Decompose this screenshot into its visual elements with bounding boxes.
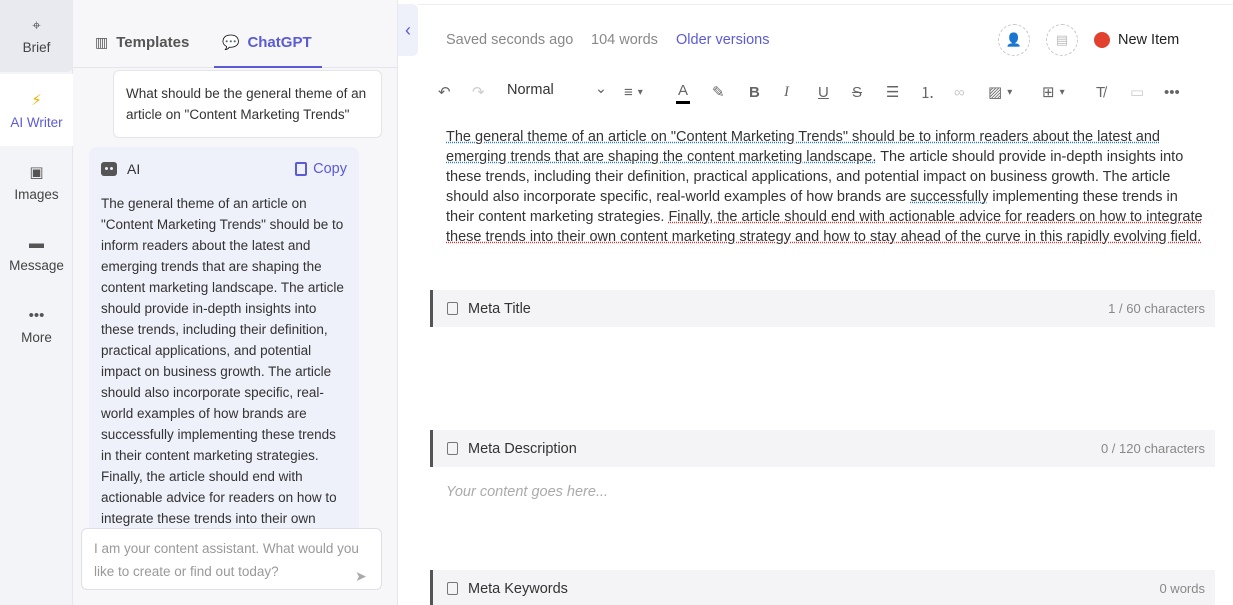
clear-format-icon[interactable]: T̸ [1096,82,1105,102]
meta-description-label: Meta Description [468,440,577,457]
text-style-select[interactable]: Normal ⌄ [507,81,607,98]
meta-description-section[interactable]: Meta Description 0 / 120 characters [430,430,1215,467]
tab-label: Templates [116,34,190,51]
templates-icon: ▥ [95,34,109,50]
robot-icon [101,162,117,176]
chevron-left-icon: ‹ [405,19,411,40]
format-toolbar: ↶ ↷ Normal ⌄ ≡ ▾ A ✎ B I U S ☰ ⒈ ∞ ▨ ▾ ⊞ ▾ … [430,76,1220,108]
link-icon[interactable]: ∞ [954,82,965,102]
redo-icon[interactable]: ↷ [472,82,485,102]
table-icon[interactable]: ⊞ ▾ [1042,82,1065,102]
bullet-list-icon[interactable]: ☰ [886,82,899,102]
collapse-panel-button[interactable]: ‹ [398,4,418,56]
text-color-icon[interactable]: A [676,80,691,104]
document-icon [447,442,458,455]
status-label: New Item [1118,32,1180,48]
lightning-icon: ⚡ [31,91,42,109]
word-count: 104 words [591,32,658,48]
calendar-button[interactable]: ▤ [1046,24,1078,56]
undo-icon[interactable]: ↶ [438,82,451,102]
meta-description-input[interactable]: Your content goes here... [446,484,608,500]
chat-icon: 💬 [222,34,240,50]
meta-keywords-section[interactable]: Meta Keywords 0 words [430,570,1215,605]
more-icon: ••• [28,307,45,324]
document-icon [447,302,458,315]
rail-item-label: Images [14,186,59,202]
document-icon [447,582,458,595]
send-icon[interactable]: ➤ [355,565,371,584]
rail-item-ai-writer[interactable]: ⚡ AI Writer [0,74,73,146]
save-status: Saved seconds ago [446,32,574,48]
editor-text-segment: successfully [910,189,989,205]
calendar-icon: ▤ [1055,32,1069,47]
meta-title-count: 1 / 60 characters [1108,301,1205,316]
user-message: What should be the general theme of an a… [113,70,382,138]
meta-description-count: 0 / 120 characters [1100,441,1205,456]
strikethrough-icon[interactable]: S [852,82,862,102]
image-icon: ▣ [29,163,44,181]
tab-label: ChatGPT [247,34,312,51]
copy-icon [295,162,308,176]
italic-icon[interactable]: I [784,82,789,102]
ai-name-label: AI [127,161,141,177]
rail-item-label: More [21,330,52,345]
rail-item-label: Message [9,258,64,273]
comment-icon[interactable]: ▭ [1130,82,1144,102]
rail-item-brief[interactable]: ⌖ Brief [0,0,73,72]
target-icon: ⌖ [32,17,41,34]
rail-item-more[interactable]: ••• More [0,290,73,362]
add-user-icon: 👤 [1005,32,1023,47]
ai-author: AI [101,161,140,177]
assistant-panel: ▥ Templates 💬 ChatGPT What should be the… [73,0,398,605]
status-badge[interactable]: New Item [1094,32,1179,48]
rail-item-label: Brief [22,40,51,55]
more-options-icon[interactable]: ••• [1164,82,1180,102]
align-icon[interactable]: ≡ ▾ [624,82,643,102]
meta-title-section[interactable]: Meta Title 1 / 60 characters [430,290,1215,327]
message-icon: ▬ [29,235,44,252]
older-versions-link[interactable]: Older versions [676,32,769,48]
chat-input-placeholder: I am your content assistant. What would … [94,541,359,579]
rail-item-images[interactable]: ▣ Images [0,146,73,218]
chat-input[interactable]: I am your content assistant. What would … [81,528,382,590]
add-user-button[interactable]: 👤 [998,24,1030,56]
meta-title-label: Meta Title [468,300,531,317]
left-rail: ⌖ Brief ⚡ AI Writer ▣ Images ▬ Message •… [0,0,73,605]
chevron-down-icon: ▾ [637,86,643,98]
underline-icon[interactable]: U [818,82,829,102]
copy-label: Copy [313,161,347,177]
panel-tabs: ▥ Templates 💬 ChatGPT [73,20,397,68]
text-style-value: Normal [507,82,554,98]
editor-topbar: Saved seconds ago 104 words Older versio… [418,4,1233,76]
status-dot [1094,32,1110,48]
tab-chatgpt[interactable]: 💬 ChatGPT [214,34,322,68]
meta-keywords-label: Meta Keywords [468,580,568,597]
copy-button[interactable]: Copy [295,161,347,177]
ai-response-card: AI Copy The general theme of an article … [89,147,359,567]
meta-keywords-count: 0 words [1159,581,1205,596]
tab-templates[interactable]: ▥ Templates [95,34,189,68]
editor-content[interactable]: The general theme of an article on "Cont… [446,127,1206,247]
highlight-icon[interactable]: ✎ [712,82,725,102]
rail-item-message[interactable]: ▬ Message [0,218,73,290]
chevron-down-icon: ▾ [1007,86,1013,98]
bold-icon[interactable]: B [749,82,760,102]
image-insert-icon[interactable]: ▨ ▾ [988,82,1012,102]
chevron-down-icon: ▾ [1059,86,1065,98]
chevron-down-icon: ⌄ [594,81,607,97]
numbered-list-icon[interactable]: ⒈ [920,82,935,102]
ai-response-text: The general theme of an article on "Cont… [101,196,344,567]
rail-item-label: AI Writer [10,114,63,130]
